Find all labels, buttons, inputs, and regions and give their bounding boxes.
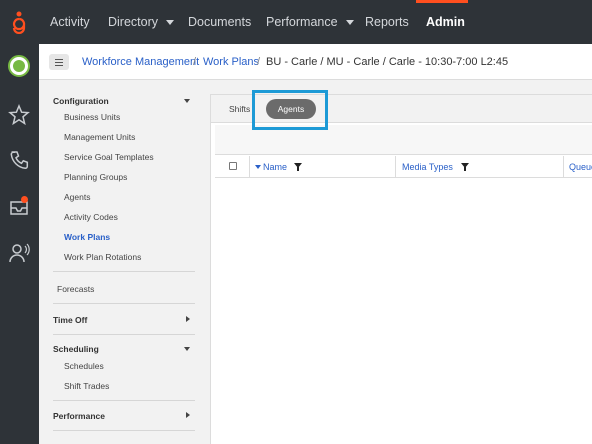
sidebar-item-work-plans[interactable]: Work Plans — [64, 232, 110, 242]
column-header-media-types[interactable]: Media Types — [402, 156, 453, 178]
breadcrumb-workforce-management[interactable]: Workforce Management — [82, 44, 199, 80]
sidebar-item-shift-trades[interactable]: Shift Trades — [64, 381, 109, 391]
chevron-down-icon — [166, 20, 175, 26]
breadcrumb-work-plans[interactable]: Work Plans — [203, 44, 259, 80]
nav-performance-label: Performance — [266, 15, 338, 29]
avatar[interactable] — [8, 55, 30, 77]
star-icon[interactable] — [8, 104, 30, 126]
divider — [53, 430, 195, 431]
main-content: Shifts Agents Name Media Types Queue — [210, 94, 592, 444]
column-divider — [563, 156, 564, 178]
section-configuration[interactable]: Configuration — [53, 96, 109, 106]
divider — [53, 400, 195, 401]
sidebar-item-planning-groups[interactable]: Planning Groups — [64, 172, 127, 182]
select-all-checkbox[interactable] — [229, 162, 237, 170]
chevron-down-icon[interactable] — [184, 347, 190, 351]
sidebar-item-business-units[interactable]: Business Units — [64, 112, 120, 122]
nav-directory-label: Directory — [108, 15, 159, 29]
genesys-logo-icon[interactable] — [9, 10, 29, 34]
top-navigation: Activity Directory Documents Performance… — [0, 0, 592, 44]
nav-reports[interactable]: Reports — [365, 0, 409, 44]
sidebar-item-work-plan-rotations[interactable]: Work Plan Rotations — [64, 252, 141, 262]
column-header-name[interactable]: Name — [263, 156, 287, 178]
agent-icon[interactable] — [8, 242, 30, 264]
breadcrumb-separator: / — [257, 56, 261, 68]
phone-icon[interactable] — [8, 149, 30, 171]
nav-documents[interactable]: Documents — [188, 0, 251, 44]
breadcrumb-separator: / — [193, 56, 197, 68]
filter-icon[interactable] — [294, 163, 302, 171]
left-rail — [0, 44, 39, 444]
divider — [53, 334, 195, 335]
nav-activity[interactable]: Activity — [50, 0, 90, 44]
chevron-down-icon — [345, 20, 354, 26]
divider — [53, 303, 195, 304]
sidebar-item-activity-codes[interactable]: Activity Codes — [64, 212, 118, 222]
sidebar-item-service-goal-templates[interactable]: Service Goal Templates — [64, 152, 154, 162]
section-scheduling[interactable]: Scheduling — [53, 344, 99, 354]
chevron-down-icon[interactable] — [184, 99, 190, 103]
active-nav-indicator — [416, 0, 468, 3]
menu-toggle-button[interactable] — [49, 54, 69, 70]
tab-shifts[interactable]: Shifts — [229, 104, 250, 114]
agents-tab-highlight — [252, 90, 328, 130]
wfm-sidebar: Configuration Business Units Management … — [39, 80, 206, 444]
breadcrumb-bar: Workforce Management / Work Plans / BU -… — [39, 44, 592, 80]
avatar-status — [13, 60, 25, 72]
notification-badge — [21, 196, 28, 203]
divider — [53, 271, 195, 272]
sidebar-item-management-units[interactable]: Management Units — [64, 132, 135, 142]
column-divider — [395, 156, 396, 178]
sidebar-item-agents[interactable]: Agents — [64, 192, 90, 202]
nav-directory[interactable]: Directory — [108, 0, 175, 44]
column-header-queue[interactable]: Queue — [569, 156, 592, 178]
sidebar-item-forecasts[interactable]: Forecasts — [57, 284, 94, 294]
nav-admin[interactable]: Admin — [426, 0, 465, 44]
menu-line — [55, 65, 63, 66]
chevron-right-icon[interactable] — [186, 316, 190, 322]
breadcrumb-current: BU - Carle / MU - Carle / Carle - 10:30-… — [266, 56, 509, 68]
sort-down-icon[interactable] — [255, 165, 261, 169]
sidebar-item-schedules[interactable]: Schedules — [64, 361, 104, 371]
chevron-right-icon[interactable] — [186, 412, 190, 418]
column-divider — [249, 156, 250, 178]
menu-line — [55, 59, 63, 60]
section-time-off[interactable]: Time Off — [53, 315, 87, 325]
table-header: Name Media Types Queue — [215, 156, 592, 178]
section-performance[interactable]: Performance — [53, 411, 105, 421]
filter-icon[interactable] — [461, 163, 469, 171]
nav-performance[interactable]: Performance — [266, 0, 354, 44]
menu-line — [55, 62, 63, 63]
